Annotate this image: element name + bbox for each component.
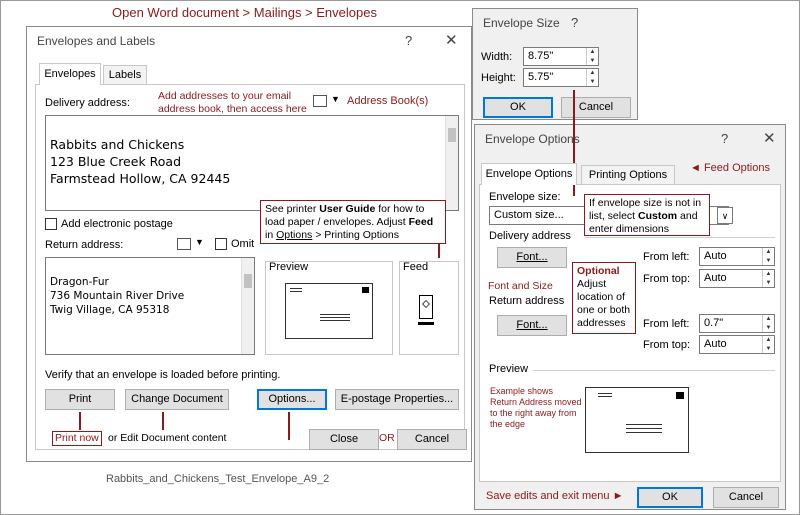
return-address-field[interactable]: Dragon-Fur 736 Mountain River Drive Twig…	[45, 257, 255, 355]
print-arrow	[79, 412, 81, 430]
address-book-label[interactable]: Address Book(s)	[347, 95, 428, 108]
print-button[interactable]: Print	[45, 389, 115, 410]
delivery-from-left-label: From left:	[643, 251, 690, 263]
save-note: Save edits and exit menu ►	[486, 490, 624, 502]
feed-icon	[418, 295, 434, 325]
example-note: Example shows Return Address moved to th…	[490, 386, 582, 429]
size-cancel-button[interactable]: Cancel	[561, 97, 631, 118]
return-from-left-label: From left:	[643, 318, 690, 330]
delivery-address-label: Delivery address:	[45, 97, 130, 109]
envelope-size-chevron-icon[interactable]: ∨	[717, 207, 733, 224]
delivery-from-top-field[interactable]: Auto ▲ ▼	[699, 269, 775, 288]
width-field[interactable]: 8.75" ▲ ▼	[523, 47, 599, 66]
return-chevron-down-icon[interactable]: ▼	[195, 237, 204, 247]
return-scrollbar[interactable]	[241, 258, 254, 354]
optional-note: Optional Adjust location of one or both …	[572, 262, 636, 334]
preview-divider	[533, 370, 775, 371]
delivery-from-left-field[interactable]: Auto ▲ ▼	[699, 247, 775, 266]
printer-guide-note: See printer User Guide for how to load p…	[260, 200, 446, 244]
epostage-properties-button[interactable]: E-postage Properties...	[335, 389, 459, 410]
or-note: OR	[379, 432, 395, 444]
feed-options-note: ◄ Feed Options	[690, 162, 770, 174]
width-label: Width:	[481, 51, 513, 63]
feed-arrow	[438, 244, 440, 258]
return-font-button[interactable]: Font...	[497, 315, 567, 336]
options-help-icon[interactable]: ?	[721, 131, 728, 146]
size-titlebar: Envelope Size	[473, 9, 637, 35]
return-from-top-label: From top:	[643, 339, 691, 351]
feed-label: Feed	[403, 261, 429, 273]
envelope-size-dialog: Envelope Size ? Width: 8.75" ▲ ▼ Height: …	[472, 8, 638, 120]
options-cancel-button[interactable]: Cancel	[713, 487, 779, 508]
options-titlebar: Envelope Options	[475, 125, 785, 151]
tab-labels[interactable]: Labels	[103, 65, 147, 85]
preview-label: Preview	[269, 261, 309, 273]
chevron-down-icon[interactable]: ▼	[331, 94, 340, 104]
options-preview-label: Preview	[489, 363, 529, 375]
options-arrow	[288, 412, 290, 440]
footer-caption: Rabbits_and_Chickens_Test_Envelope_A9_2	[106, 473, 330, 485]
omit-label: Omit	[231, 238, 255, 250]
delivery-section-label: Delivery address	[489, 230, 571, 242]
add-postage-checkbox[interactable]	[45, 218, 57, 230]
change-document-button[interactable]: Change Document	[125, 389, 229, 410]
change-doc-arrow	[162, 412, 164, 430]
return-section-label: Return address	[489, 295, 565, 307]
delivery-address-field[interactable]: Rabbits and Chickens 123 Blue Creek Road…	[45, 115, 459, 211]
edit-document-note: or Edit Document content	[108, 432, 227, 444]
envelope-size-label: Envelope size:	[489, 191, 561, 203]
options-dialog-title: Envelope Options	[485, 132, 580, 146]
return-from-top-field[interactable]: Auto ▲ ▼	[699, 335, 775, 354]
close-button[interactable]: Close	[309, 429, 379, 450]
height-field[interactable]: 5.75" ▲ ▼	[523, 68, 599, 87]
options-preview-envelope	[585, 387, 689, 453]
omit-checkbox[interactable]	[215, 238, 227, 250]
return-address-label: Return address:	[45, 239, 124, 251]
size-dialog-title: Envelope Size	[483, 16, 560, 30]
delivery-font-button[interactable]: Font...	[497, 247, 567, 268]
dialog-title: Envelopes and Labels	[37, 34, 156, 48]
font-size-note: Font and Size	[488, 280, 553, 292]
return-address-book-icon[interactable]	[177, 238, 191, 250]
custom-size-note: If envelope size is not in list, select …	[584, 194, 710, 236]
delivery-from-top-label: From top:	[643, 273, 691, 285]
addresses-note: Add addresses to your email address book…	[158, 90, 307, 115]
tab-envelopes[interactable]: Envelopes	[39, 63, 101, 85]
print-now-note: Print now	[52, 431, 102, 446]
verify-text: Verify that an envelope is loaded before…	[45, 369, 281, 381]
size-help-icon[interactable]: ?	[571, 15, 578, 30]
delivery-scrollbar[interactable]	[445, 116, 458, 210]
close-icon[interactable]: ✕	[445, 31, 458, 49]
preview-envelope	[285, 283, 373, 339]
cancel-button[interactable]: Cancel	[397, 429, 467, 450]
return-from-left-field[interactable]: 0.7" ▲ ▼	[699, 314, 775, 333]
size-ok-button[interactable]: OK	[483, 97, 553, 118]
help-icon[interactable]: ?	[405, 33, 412, 48]
tab-printing-options[interactable]: Printing Options	[581, 165, 675, 185]
header-note: Open Word document > Mailings > Envelope…	[112, 5, 377, 20]
options-close-icon[interactable]: ✕	[763, 129, 776, 147]
delivery-divider	[585, 237, 775, 238]
options-button[interactable]: Options...	[257, 389, 327, 410]
tab-envelope-options[interactable]: Envelope Options	[481, 163, 577, 185]
address-book-icon[interactable]	[313, 95, 327, 107]
height-label: Height:	[481, 72, 516, 84]
options-ok-button[interactable]: OK	[637, 487, 703, 508]
add-postage-label: Add electronic postage	[61, 218, 173, 230]
